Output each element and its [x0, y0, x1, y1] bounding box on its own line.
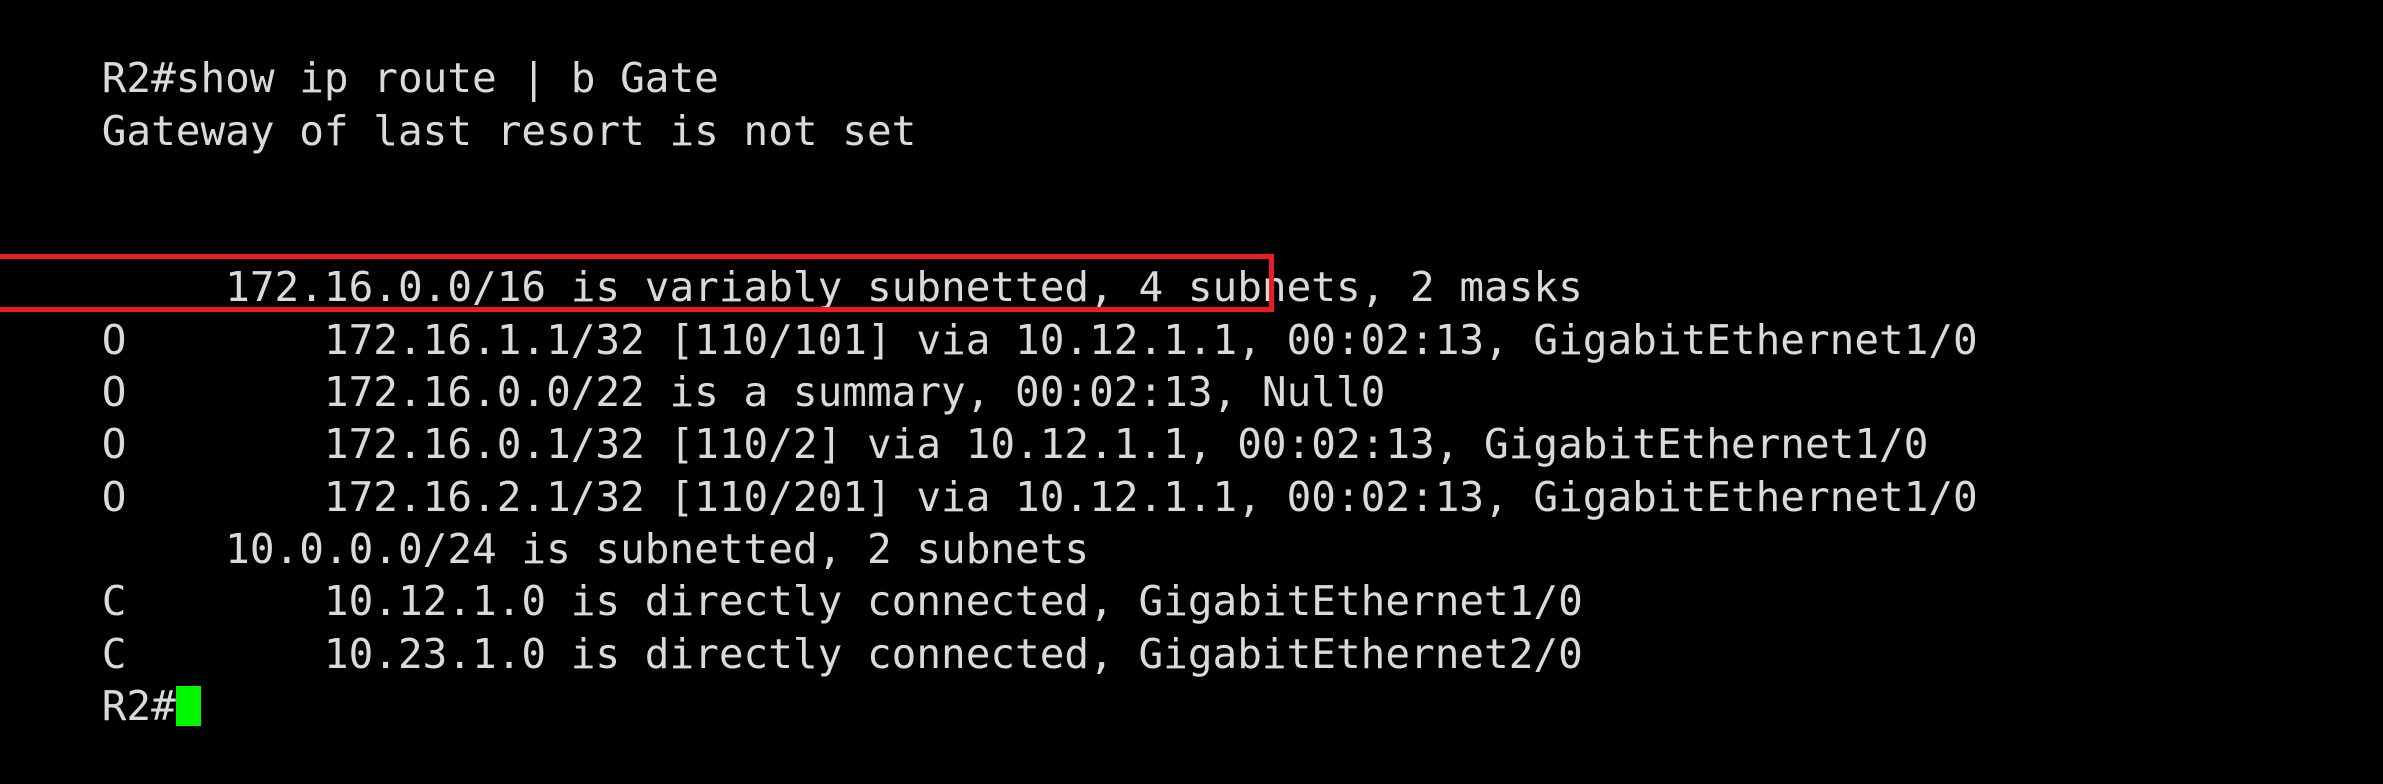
- route-connected-10-12-1-0-line: C 10.12.1.0 is directly connected, Gigab…: [0, 523, 2383, 625]
- route-ospf-172-16-2-1-line: O 172.16.2.1/32 [110/201] via 10.12.1.1,…: [0, 418, 2383, 521]
- route-ospf-summary-172-16-0-0-line: O 172.16.0.0/22 is a summary, 00:02:13, …: [0, 314, 2383, 416]
- text-cursor: [175, 685, 201, 726]
- parent-network-10-0-0-0-line: 10.0.0.0/24 is subnetted, 2 subnets: [0, 471, 2383, 573]
- route-connected-10-23-1-0-line: C 10.23.1.0 is directly connected, Gigab…: [0, 575, 2383, 678]
- prompt-line[interactable]: R2#: [0, 628, 2383, 730]
- gateway-of-last-resort-line: Gateway of last resort is not set: [0, 52, 2383, 155]
- route-ospf-172-16-1-1-line: O 172.16.1.1/32 [110/101] via 10.12.1.1,…: [0, 261, 2383, 364]
- command-line: R2#show ip route | b Gate: [0, 0, 2383, 102]
- blank-line-1: [0, 105, 2383, 157]
- terminal-window[interactable]: R2#show ip route | b Gate Gateway of las…: [0, 0, 2383, 730]
- parent-network-172-16-line: 172.16.0.0/16 is variably subnetted, 4 s…: [0, 209, 2383, 311]
- blank-line-2: [0, 157, 2383, 209]
- prompt-text: R2#: [101, 681, 176, 730]
- route-ospf-172-16-0-1-line: O 172.16.0.1/32 [110/2] via 10.12.1.1, 0…: [0, 366, 2383, 468]
